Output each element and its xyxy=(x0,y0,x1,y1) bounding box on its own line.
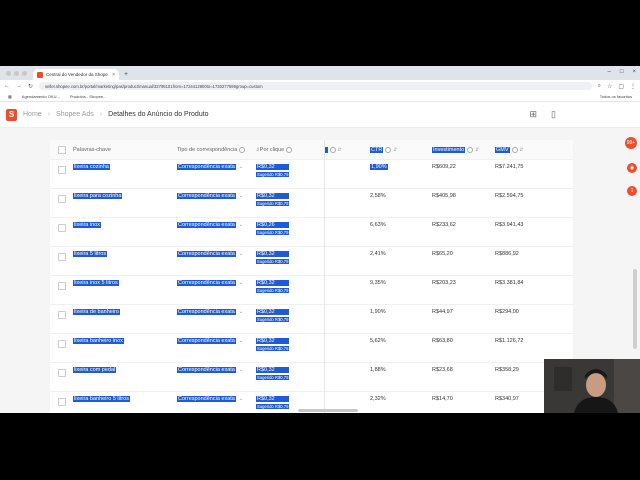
search-icon[interactable]: ⌕ xyxy=(598,83,601,90)
table-row: lixeira de banheiro Correspondência exata… xyxy=(50,304,573,334)
row-checkbox[interactable] xyxy=(58,166,66,174)
info-icon xyxy=(511,146,518,153)
apps-grid-icon[interactable]: ⊞ xyxy=(530,109,538,120)
table-row: lixeira cozinha Correspondência exata ⌄ R$0… xyxy=(50,159,573,189)
table-row: lixeira para cozinha Correspondência exat… xyxy=(50,188,573,218)
keywords-table: Palavras-chave Tipo de correspondência ⇵… xyxy=(50,140,573,413)
message-badge[interactable]: 1 xyxy=(627,186,637,196)
vertical-scrollbar[interactable] xyxy=(633,269,637,349)
webcam-overlay xyxy=(544,359,640,413)
chevron-down-icon: ⌄ xyxy=(238,222,244,228)
minimize-icon[interactable]: – xyxy=(608,69,611,75)
row-checkbox[interactable] xyxy=(58,398,66,406)
new-tab-button[interactable]: + xyxy=(119,71,133,80)
table-row: lixeira 5 litros Correspondência exata ⌄ R$… xyxy=(50,246,573,276)
reload-icon[interactable]: ↻ xyxy=(28,83,33,90)
row-checkbox[interactable] xyxy=(58,340,66,348)
window-controls: – □ × xyxy=(608,69,636,75)
row-checkbox[interactable] xyxy=(58,224,66,232)
row-checkbox[interactable] xyxy=(58,282,66,290)
match-type-select[interactable]: Correspondência exata ⌄ xyxy=(177,391,243,413)
keyword-cell: lixeira banheiro 5 litros xyxy=(73,396,131,402)
info-icon xyxy=(467,146,474,153)
maximize-icon[interactable]: □ xyxy=(620,69,624,75)
bookmark-item[interactable]: Agendamento OKU... xyxy=(22,94,60,99)
table-header: Palavras-chave Tipo de correspondência ⇵… xyxy=(50,140,573,160)
chevron-right-icon: › xyxy=(99,111,103,118)
bookmark-item[interactable]: Produtos - Shopee... xyxy=(70,94,107,99)
col-keyword: Palavras-chave xyxy=(73,146,111,153)
sort-icon: ⇵ xyxy=(393,146,398,152)
url-field[interactable]: seller.shopee.com.br/portal/marketing/pa… xyxy=(39,82,592,90)
ctr-cell: 2,32% xyxy=(370,396,386,402)
info-icon xyxy=(239,146,246,153)
col-match: Tipo de correspondência xyxy=(177,140,246,159)
chevron-right-icon: › xyxy=(47,111,51,118)
chevron-down-icon: ⌄ xyxy=(238,338,244,344)
window-dots xyxy=(0,71,33,80)
horizontal-scrollbar[interactable] xyxy=(298,409,358,412)
breadcrumb-current: Detalhes do Anúncio do Produto xyxy=(108,111,209,118)
bid-cell[interactable]: R$0,32 Sugerido R$0,79 xyxy=(256,391,290,413)
info-icon xyxy=(286,146,293,153)
table-row: lixeira inox 5 litros Correspondência exa… xyxy=(50,275,573,305)
breadcrumb-home[interactable]: Home xyxy=(23,111,42,118)
sort-icon: ⇵ xyxy=(519,146,524,152)
info-icon xyxy=(329,146,336,153)
chevron-down-icon: ⌄ xyxy=(238,164,244,170)
breadcrumb-ads[interactable]: Shopee Ads xyxy=(56,111,94,118)
select-all-checkbox[interactable] xyxy=(58,146,66,154)
row-checkbox[interactable] xyxy=(58,311,66,319)
col-ctr[interactable]: CTR ⇵ xyxy=(370,140,397,159)
table-row: lixeira com pedal Correspondência exata ⌄ R… xyxy=(50,362,573,392)
bookmarks-bar: ▦ Agendamento OKU... Produtos - Shopee..… xyxy=(0,92,640,102)
close-tab-icon[interactable]: × xyxy=(112,72,115,78)
chevron-down-icon: ⌄ xyxy=(238,309,244,315)
sort-icon: ⇵ xyxy=(475,146,479,152)
tab-bar: Central do Vendedor da Shope × + – □ × xyxy=(0,66,640,80)
tab-title: Central do Vendedor da Shope xyxy=(46,72,108,77)
extensions-icon[interactable]: ▢ xyxy=(618,83,624,90)
col-invest[interactable]: Investimento ⇵ xyxy=(432,140,479,159)
close-window-icon[interactable]: × xyxy=(632,69,636,75)
chevron-down-icon: ⌄ xyxy=(238,280,244,286)
menu-icon[interactable]: ⋮ xyxy=(630,83,636,90)
sort-icon: ⇵ xyxy=(337,146,342,152)
header-icons: ⊞ ▯ xyxy=(530,109,557,120)
col-gmv[interactable]: GMV ⇵ xyxy=(495,140,523,159)
back-icon[interactable]: ← xyxy=(4,83,10,89)
info-icon xyxy=(385,146,392,153)
invest-cell: R$14,70 xyxy=(432,396,453,402)
row-checkbox[interactable] xyxy=(58,253,66,261)
shopee-header: S Home › Shopee Ads › Detalhes do Anúnci… xyxy=(0,102,640,128)
col-hidden-sort[interactable]: ⇵ xyxy=(324,140,341,159)
book-icon[interactable]: ▯ xyxy=(551,109,556,120)
browser-tab[interactable]: Central do Vendedor da Shope × xyxy=(33,69,119,80)
table-row: lixeira inox Correspondência exata ⌄ R$0,26… xyxy=(50,217,573,247)
gmv-cell: R$340,97 xyxy=(495,396,519,402)
row-checkbox[interactable] xyxy=(58,195,66,203)
star-icon[interactable]: ☆ xyxy=(607,83,612,90)
notification-badge[interactable]: 99+ xyxy=(625,137,637,149)
col-bid: ⇵ Por clique xyxy=(254,140,293,159)
all-bookmarks[interactable]: Todos os favoritos xyxy=(600,94,632,99)
chevron-down-icon: ⌄ xyxy=(238,367,244,373)
chat-icon[interactable]: ◉ xyxy=(627,163,637,173)
address-bar-row: ← → ↻ seller.shopee.com.br/portal/market… xyxy=(0,80,640,92)
row-checkbox[interactable] xyxy=(58,369,66,377)
bookmark-apps-icon[interactable]: ▦ xyxy=(8,94,12,99)
shopee-logo-icon[interactable]: S xyxy=(6,108,17,121)
presenter-video xyxy=(544,359,640,413)
frozen-column-divider xyxy=(324,140,325,413)
chevron-down-icon: ⌄ xyxy=(238,251,244,257)
shopee-favicon-icon xyxy=(37,71,43,78)
forward-icon[interactable]: → xyxy=(16,83,22,89)
chevron-down-icon: ⌄ xyxy=(238,193,244,199)
chevron-down-icon: ⌄ xyxy=(238,396,244,402)
table-row: lixeira banheiro inox Correspondência exa… xyxy=(50,333,573,363)
